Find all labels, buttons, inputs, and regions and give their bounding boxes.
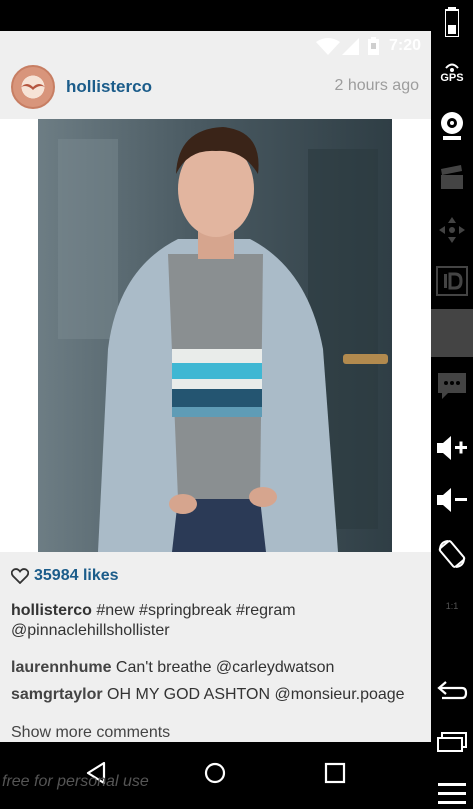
back-arrow-icon — [437, 681, 468, 700]
likes-row[interactable]: 35984 likes — [11, 567, 119, 585]
camera-icon — [441, 112, 463, 140]
screencast-button[interactable] — [431, 160, 473, 196]
heart-icon[interactable] — [11, 568, 29, 584]
id-icon — [436, 266, 468, 296]
gps-button[interactable]: GPS — [431, 55, 473, 91]
selected-panel-item[interactable] — [431, 309, 473, 357]
signal-icon — [342, 38, 359, 55]
post-header: hollisterco 2 hours ago — [0, 61, 431, 119]
battery-icon — [445, 7, 459, 37]
gps-signal-icon — [445, 63, 459, 72]
post-time: 2 hours ago — [334, 77, 419, 94]
volume-down-button[interactable] — [431, 482, 473, 518]
menu-button[interactable] — [431, 780, 473, 808]
dpad-icon — [439, 217, 465, 243]
volume-up-icon — [437, 436, 467, 460]
likes-count: 35984 likes — [34, 567, 119, 584]
camera-button[interactable] — [431, 108, 473, 144]
watermark-text: free for personal use — [2, 773, 149, 790]
photo-illustration — [38, 119, 392, 552]
gps-label: GPS — [440, 72, 464, 84]
avatar[interactable] — [11, 65, 55, 109]
status-time: 7:20 — [388, 37, 421, 54]
comment-text: Can't breathe @carleydwatson — [111, 659, 335, 676]
one-to-one-label: 1:1 — [445, 601, 459, 611]
status-bar: 7:20 — [0, 31, 431, 61]
emulator-side-panel: GPS 1:1 — [431, 0, 473, 809]
volume-up-button[interactable] — [431, 430, 473, 466]
post-photo-container — [0, 119, 431, 552]
menu-icon — [438, 783, 466, 804]
comment: laurennhume Can't breathe @carleydwatson — [11, 659, 334, 677]
post-caption: hollisterco #new #springbreak #regram @p… — [11, 601, 411, 641]
sms-icon — [438, 373, 466, 399]
recents-icon[interactable] — [320, 758, 350, 788]
comment: samgrtaylor OH MY GOD ASHTON @monsieur.p… — [11, 686, 405, 704]
wifi-icon — [316, 38, 340, 55]
sms-button[interactable] — [431, 366, 473, 406]
battery-icon — [368, 37, 379, 55]
seagull-logo-icon — [21, 84, 45, 90]
rotate-icon — [438, 540, 466, 568]
show-more-comments-link[interactable]: Show more comments — [11, 724, 170, 742]
rotate-button[interactable] — [431, 535, 473, 573]
comment-user[interactable]: laurennhume — [11, 659, 111, 676]
home-icon[interactable] — [200, 758, 230, 788]
volume-down-icon — [437, 488, 467, 512]
battery-control-button[interactable] — [431, 4, 473, 40]
device-id-button[interactable] — [431, 263, 473, 299]
phone-screen: 7:20 hollisterco 2 hours ago 35984 likes… — [0, 0, 431, 809]
post-photo[interactable] — [38, 119, 392, 552]
dpad-button[interactable] — [431, 212, 473, 248]
recents-icon — [437, 732, 467, 752]
recent-apps-button[interactable] — [431, 728, 473, 756]
post-username[interactable]: hollisterco — [66, 77, 152, 97]
comment-text: OH MY GOD ASHTON @monsieur.poage — [102, 686, 405, 703]
film-icon — [441, 165, 463, 189]
back-button[interactable] — [431, 676, 473, 704]
post-details: 35984 likes hollisterco #new #springbrea… — [0, 552, 431, 742]
comment-user[interactable]: samgrtaylor — [11, 686, 103, 703]
scale-one-to-one-button[interactable]: 1:1 — [431, 588, 473, 624]
caption-user[interactable]: hollisterco — [11, 602, 92, 619]
